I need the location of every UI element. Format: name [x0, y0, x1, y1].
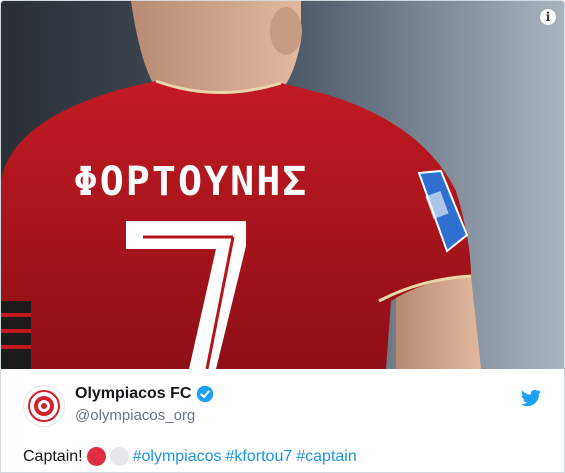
- red-circle-emoji: [86, 447, 106, 466]
- author-name[interactable]: Olympiacos FC: [75, 385, 191, 403]
- author-handle[interactable]: @olympiacos_org: [75, 407, 214, 424]
- hashtag-kfortou7[interactable]: #kfortou7: [226, 448, 293, 466]
- tweet-author[interactable]: Olympiacos FC @olympiacos_org: [75, 385, 214, 424]
- hashtag-olympiacos[interactable]: #olympiacos: [133, 448, 222, 466]
- olympiacos-crest-icon: [28, 390, 60, 422]
- tweet-media-photo[interactable]: ΦΟΡΤΟΥΝΗΣ i: [1, 1, 564, 369]
- tweet-text-lead: Captain!: [23, 447, 83, 465]
- jersey-name: ΦΟΡΤΟΥΝΗΣ: [74, 159, 309, 205]
- verified-badge-icon: [197, 385, 214, 403]
- avatar[interactable]: [23, 385, 65, 427]
- info-icon[interactable]: i: [540, 9, 556, 25]
- white-circle-emoji: [109, 447, 129, 466]
- tweet-card: ΦΟΡΤΟΥΝΗΣ i Olympiacos FC @olympiacos_or…: [0, 0, 565, 473]
- player-photo: ΦΟΡΤΟΥΝΗΣ: [1, 1, 564, 369]
- hashtag-captain[interactable]: #captain: [296, 448, 357, 466]
- twitter-bird-icon[interactable]: [520, 387, 542, 409]
- tweet-text: Captain! #olympiacos #kfortou7 #captain: [23, 447, 357, 466]
